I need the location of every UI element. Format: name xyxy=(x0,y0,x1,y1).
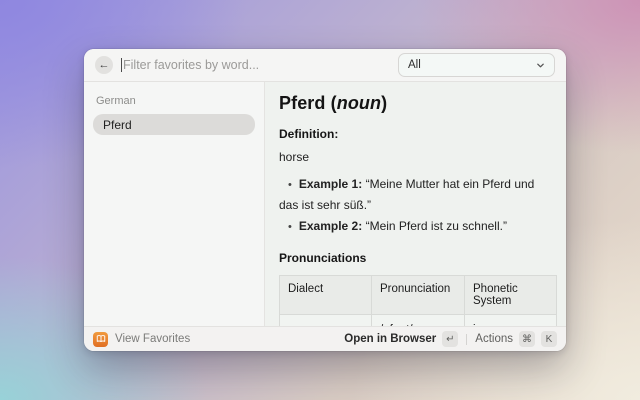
open-in-browser-button[interactable]: Open in Browser xyxy=(344,333,436,345)
chevron-down-icon xyxy=(536,61,545,70)
example-label: Example 2: xyxy=(299,219,362,233)
pronunciations-label: Pronunciations xyxy=(279,251,552,265)
divider xyxy=(466,334,467,345)
cell-phonetic-system: ipa xyxy=(465,314,557,326)
back-arrow-icon: ← xyxy=(99,59,110,71)
sidebar-item-pferd[interactable]: Pferd xyxy=(93,114,255,135)
col-header-dialect: Dialect xyxy=(280,275,372,314)
col-header-pronunciation: Pronunciation xyxy=(372,275,465,314)
back-button[interactable]: ← xyxy=(95,56,113,74)
table-header-row: Dialect Pronunciation Phonetic System xyxy=(280,275,557,314)
entry-title: Pferd (noun) xyxy=(279,93,552,114)
bullet-icon xyxy=(279,177,299,191)
action-bar: View Favorites Open in Browser ↵ Actions… xyxy=(84,326,566,351)
cell-dialect: - xyxy=(280,314,372,326)
detail-pane: Pferd (noun) Definition: horse Example 1… xyxy=(265,82,566,326)
filter-dropdown-value: All xyxy=(408,59,536,71)
example-label: Example 1: xyxy=(299,177,362,191)
definition-value: horse xyxy=(279,150,552,164)
app-window: ← Filter favorites by word... All German… xyxy=(84,49,566,351)
k-key-icon: K xyxy=(541,331,557,347)
example-text: “Mein Pferd ist zu schnell.” xyxy=(366,219,507,233)
search-bar: ← Filter favorites by word... All xyxy=(84,49,566,82)
bullet-icon xyxy=(279,219,299,233)
entry-word: Pferd xyxy=(279,93,326,113)
examples-list: Example 1: “Meine Mutter hat ein Pferd u… xyxy=(279,174,552,238)
paren-open: (noun) xyxy=(331,93,388,113)
filter-dropdown[interactable]: All xyxy=(398,53,555,77)
table-row: - /pfe:rt/, [(p)fe:ɐ̯t], /fe:rt/, [fe:ɐ̯… xyxy=(280,314,557,326)
text-caret xyxy=(121,58,122,72)
pronunciations-table: Dialect Pronunciation Phonetic System - … xyxy=(279,275,552,327)
command-key-icon: ⌘ xyxy=(519,331,535,347)
search-placeholder: Filter favorites by word... xyxy=(123,58,259,72)
example-item: Example 1: “Meine Mutter hat ein Pferd u… xyxy=(279,174,552,216)
actions-button[interactable]: Actions xyxy=(475,333,513,345)
sidebar-section-label: German xyxy=(93,91,255,114)
definition-label: Definition: xyxy=(279,127,552,141)
command-name: View Favorites xyxy=(115,333,337,345)
search-input[interactable]: Filter favorites by word... xyxy=(121,58,390,72)
return-key-icon: ↵ xyxy=(442,331,458,347)
cell-pronunciation: /pfe:rt/, [(p)fe:ɐ̯t], /fe:rt/, [fe:ɐ̯t]… xyxy=(372,314,465,326)
example-item: Example 2: “Mein Pferd ist zu schnell.” xyxy=(279,216,552,237)
book-icon xyxy=(93,332,108,347)
favorites-sidebar: German Pferd xyxy=(84,82,265,326)
col-header-phonetic-system: Phonetic System xyxy=(465,275,557,314)
sidebar-item-label: Pferd xyxy=(103,118,132,132)
entry-pos: noun xyxy=(337,93,381,113)
